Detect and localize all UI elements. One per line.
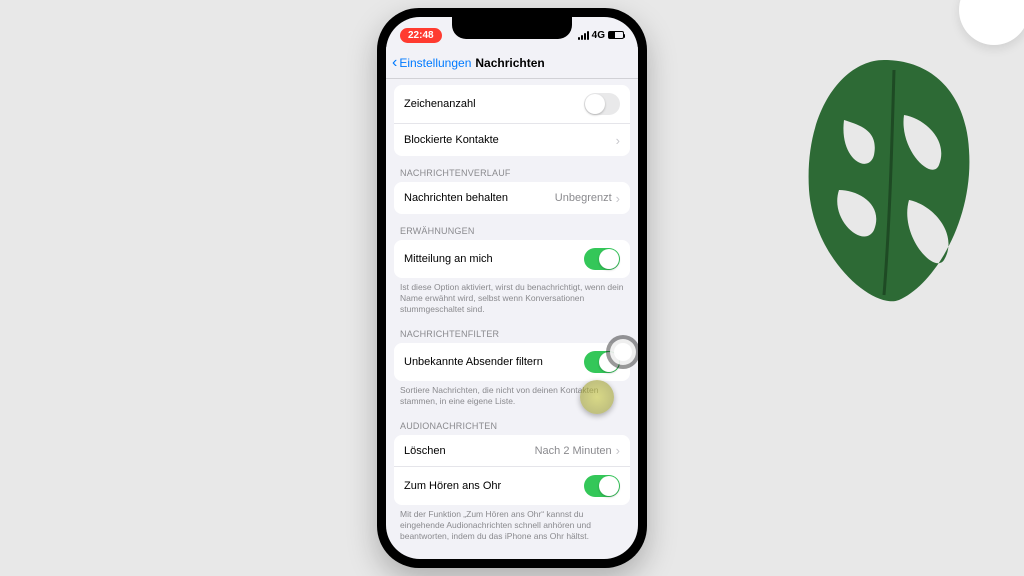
group-general: Zeichenanzahl Blockierte Kontakte › bbox=[394, 85, 630, 156]
chevron-right-icon: › bbox=[616, 444, 620, 457]
row-keep-messages[interactable]: Nachrichten behalten Unbegrenzt › bbox=[394, 182, 630, 214]
header-filter: NACHRICHTENFILTER bbox=[386, 317, 638, 343]
row-blocked-contacts[interactable]: Blockierte Kontakte › bbox=[394, 124, 630, 156]
filter-label: Unbekannte Absender filtern bbox=[404, 356, 543, 368]
char-count-toggle[interactable] bbox=[584, 93, 620, 115]
char-count-label: Zeichenanzahl bbox=[404, 98, 476, 110]
chevron-right-icon: › bbox=[616, 192, 620, 205]
row-raise-to-listen[interactable]: Zum Hören ans Ohr bbox=[394, 467, 630, 505]
settings-content[interactable]: Zeichenanzahl Blockierte Kontakte › NACH… bbox=[386, 79, 638, 559]
row-notify-me[interactable]: Mitteilung an mich bbox=[394, 240, 630, 278]
assistive-touch-button[interactable] bbox=[606, 335, 638, 369]
raise-toggle[interactable] bbox=[584, 475, 620, 497]
row-filter-unknown[interactable]: Unbekannte Absender filtern bbox=[394, 343, 630, 381]
page-title: Nachrichten bbox=[475, 56, 544, 70]
notify-toggle[interactable] bbox=[584, 248, 620, 270]
screen: 22:48 4G ‹ Einstellungen Nachrichten Zei… bbox=[386, 17, 638, 559]
monstera-leaf bbox=[784, 20, 984, 320]
group-filter: Unbekannte Absender filtern bbox=[394, 343, 630, 381]
group-mentions: Mitteilung an mich bbox=[394, 240, 630, 278]
status-right: 4G bbox=[578, 30, 624, 41]
notch bbox=[452, 17, 572, 39]
battery-icon bbox=[608, 31, 624, 39]
group-audio: Löschen Nach 2 Minuten › Zum Hören ans O… bbox=[394, 435, 630, 505]
raise-label: Zum Hören ans Ohr bbox=[404, 480, 501, 492]
back-label: Einstellungen bbox=[399, 56, 471, 70]
keep-label: Nachrichten behalten bbox=[404, 192, 508, 204]
expire-label: Löschen bbox=[404, 445, 446, 457]
footer-audio: Mit der Funktion „Zum Hören ans Ohr“ kan… bbox=[386, 505, 638, 544]
phone-frame: 22:48 4G ‹ Einstellungen Nachrichten Zei… bbox=[377, 8, 647, 568]
status-time: 22:48 bbox=[400, 28, 442, 43]
header-mentions: ERWÄHNUNGEN bbox=[386, 214, 638, 240]
expire-value: Nach 2 Minuten bbox=[535, 445, 612, 457]
row-audio-expire[interactable]: Löschen Nach 2 Minuten › bbox=[394, 435, 630, 467]
nav-bar: ‹ Einstellungen Nachrichten bbox=[386, 47, 638, 79]
keep-value: Unbegrenzt bbox=[555, 192, 612, 204]
network-label: 4G bbox=[592, 30, 605, 41]
chevron-left-icon: ‹ bbox=[392, 55, 397, 71]
notify-label: Mitteilung an mich bbox=[404, 253, 493, 265]
footer-mentions: Ist diese Option aktiviert, wirst du ben… bbox=[386, 278, 638, 317]
signal-icon bbox=[578, 31, 589, 40]
touch-indicator bbox=[580, 380, 614, 414]
row-char-count[interactable]: Zeichenanzahl bbox=[394, 85, 630, 124]
group-history: Nachrichten behalten Unbegrenzt › bbox=[394, 182, 630, 214]
back-button[interactable]: ‹ Einstellungen bbox=[392, 55, 471, 71]
chevron-right-icon: › bbox=[616, 134, 620, 147]
header-history: NACHRICHTENVERLAUF bbox=[386, 156, 638, 182]
blocked-label: Blockierte Kontakte bbox=[404, 134, 499, 146]
